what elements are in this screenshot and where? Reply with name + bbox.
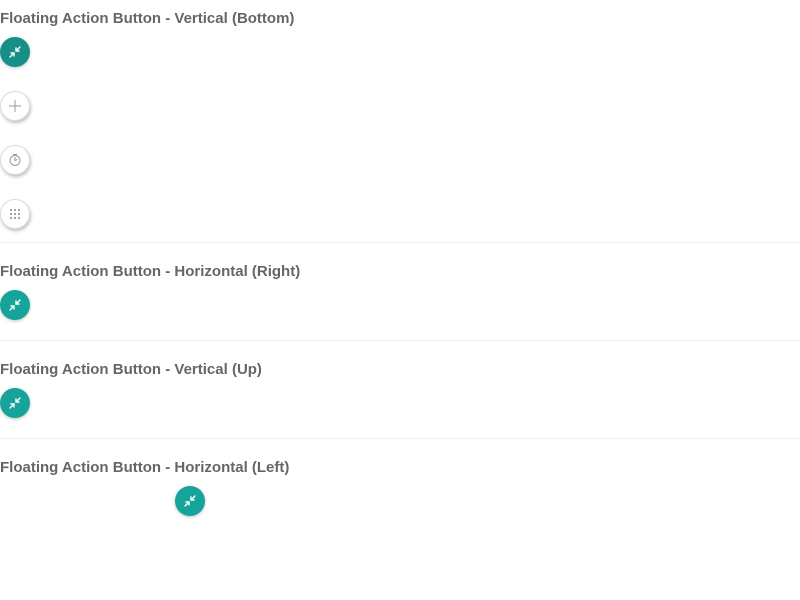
section-divider xyxy=(0,340,800,341)
section-title-horizontal-right: Floating Action Button - Horizontal (Rig… xyxy=(0,263,301,280)
fab-action-clock-button[interactable] xyxy=(0,145,30,175)
fab-main-button-horizontal-right[interactable] xyxy=(0,290,30,320)
section-title-vertical-up: Floating Action Button - Vertical (Up) xyxy=(0,361,262,378)
plus-icon xyxy=(9,100,21,112)
section-divider xyxy=(0,242,800,243)
compress-arrows-icon xyxy=(184,495,196,507)
fab-main-button-horizontal-left[interactable] xyxy=(175,486,205,516)
fab-demo-page: Floating Action Button - Vertical (Botto… xyxy=(0,0,800,600)
compress-arrows-icon xyxy=(9,397,21,409)
compress-arrows-icon xyxy=(9,46,21,58)
fab-main-button-vertical-bottom[interactable] xyxy=(0,37,30,67)
fab-action-apps-button[interactable] xyxy=(0,199,30,229)
fab-main-button-vertical-up[interactable] xyxy=(0,388,30,418)
grid-dots-icon xyxy=(9,208,21,220)
fab-action-add-button[interactable] xyxy=(0,91,30,121)
section-title-vertical-bottom: Floating Action Button - Vertical (Botto… xyxy=(0,10,295,27)
section-title-horizontal-left: Floating Action Button - Horizontal (Lef… xyxy=(0,459,290,476)
compress-arrows-icon xyxy=(9,299,21,311)
section-divider xyxy=(0,438,800,439)
clock-icon xyxy=(9,154,21,166)
